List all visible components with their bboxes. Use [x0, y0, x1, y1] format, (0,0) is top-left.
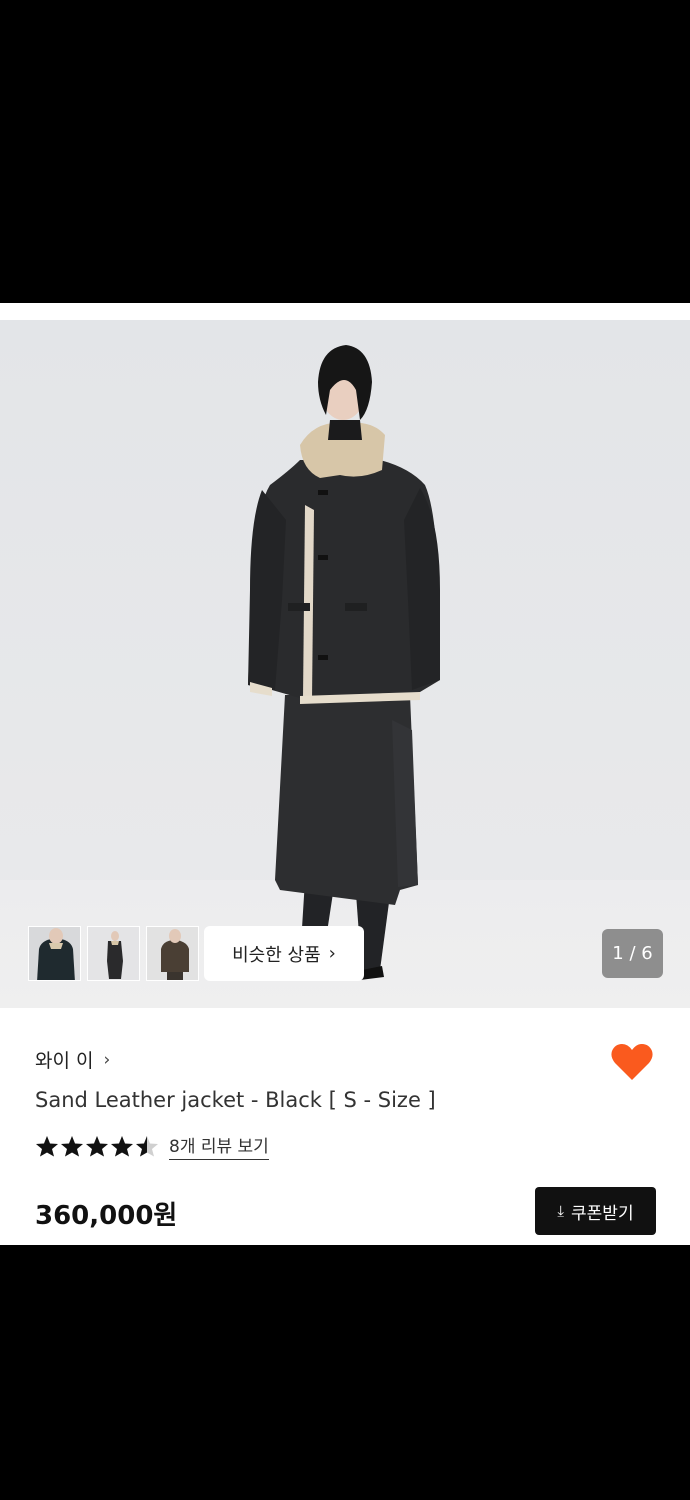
top-letterbox — [0, 0, 690, 303]
brand-name: 와이 이 — [35, 1050, 94, 1072]
thumbnail-image — [29, 927, 80, 980]
chevron-right-icon: › — [328, 943, 336, 964]
coupon-label: 쿠폰받기 — [571, 1203, 634, 1224]
download-icon: ⤓ — [557, 1202, 565, 1220]
thumbnail-image — [147, 927, 198, 980]
chevron-right-icon: › — [103, 1049, 111, 1070]
review-link[interactable]: 8개 리뷰 보기 — [169, 1132, 269, 1160]
similar-products-button[interactable]: 비슷한 상품 › — [204, 926, 364, 981]
thumbnail-2[interactable] — [87, 926, 140, 981]
bottom-letterbox — [0, 1245, 690, 1500]
thumbnail-1[interactable] — [28, 926, 81, 981]
thumbnail-image — [88, 927, 139, 980]
similar-products-label: 비슷한 상품 — [232, 944, 321, 966]
thumbnail-strip — [28, 926, 199, 981]
product-image-carousel[interactable] — [0, 320, 690, 1008]
product-info-panel: 와이 이 › Sand Leather jacket - Black [ S -… — [0, 1008, 690, 1245]
top-divider — [0, 303, 690, 320]
wishlist-heart-icon[interactable] — [610, 1042, 654, 1082]
brand-link[interactable]: 와이 이 › — [35, 1046, 110, 1073]
star-full-icon — [61, 1136, 83, 1157]
thumbnail-3[interactable] — [146, 926, 199, 981]
product-title: Sand Leather jacket - Black [ S - Size ] — [35, 1088, 436, 1112]
download-coupon-button[interactable]: ⤓ 쿠폰받기 — [535, 1187, 656, 1235]
star-full-icon — [86, 1136, 108, 1157]
rating-row: 8개 리뷰 보기 — [35, 1132, 269, 1160]
star-full-icon — [111, 1136, 133, 1157]
product-price: 360,000원 — [35, 1201, 178, 1231]
image-page-indicator: 1 / 6 — [602, 929, 663, 978]
star-half-icon — [136, 1136, 158, 1157]
product-photo — [248, 345, 440, 980]
star-rating — [35, 1135, 159, 1157]
star-full-icon — [36, 1136, 58, 1157]
